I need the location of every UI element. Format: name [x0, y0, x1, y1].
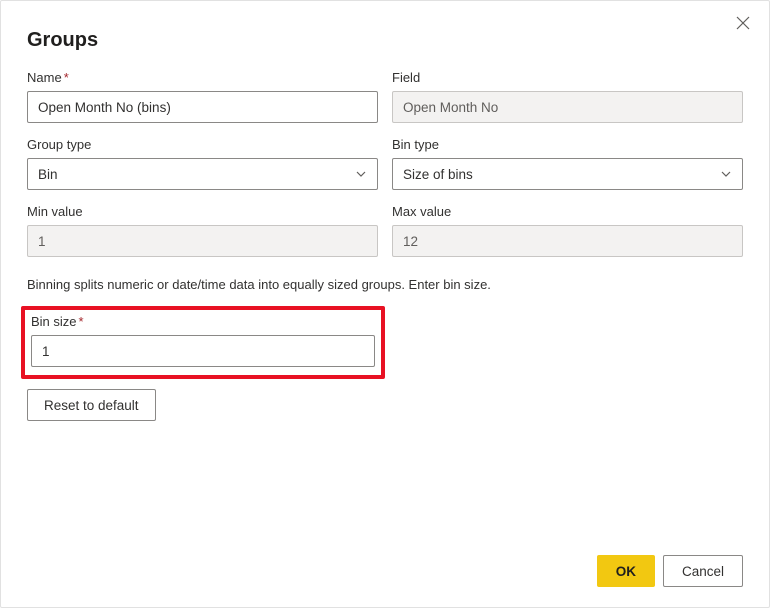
bin-size-field-group: Bin size* — [31, 314, 375, 367]
field-label: Field — [392, 70, 743, 85]
group-type-field-group: Group type Bin — [27, 137, 378, 190]
bin-size-input[interactable] — [31, 335, 375, 367]
bin-type-field-group: Bin type Size of bins — [392, 137, 743, 190]
max-value-label: Max value — [392, 204, 743, 219]
field-value-readonly: Open Month No — [392, 91, 743, 123]
ok-button[interactable]: OK — [597, 555, 655, 587]
cancel-button[interactable]: Cancel — [663, 555, 743, 587]
chevron-down-icon — [355, 168, 367, 180]
helper-text: Binning splits numeric or date/time data… — [27, 277, 743, 292]
dialog-footer: OK Cancel — [597, 555, 743, 587]
max-value-readonly: 12 — [392, 225, 743, 257]
bin-size-label-text: Bin size — [31, 314, 77, 329]
required-marker: * — [79, 314, 84, 329]
groups-dialog: Groups Name* Field Open Month No Group t… — [0, 0, 770, 608]
group-type-label: Group type — [27, 137, 378, 152]
required-marker: * — [64, 70, 69, 85]
name-input[interactable] — [27, 91, 378, 123]
name-label: Name* — [27, 70, 378, 85]
group-type-select[interactable]: Bin — [27, 158, 378, 190]
bin-size-highlight: Bin size* — [21, 306, 385, 379]
bin-type-label: Bin type — [392, 137, 743, 152]
group-type-selected-value: Bin — [38, 167, 58, 182]
reset-to-default-button[interactable]: Reset to default — [27, 389, 156, 421]
bin-size-label: Bin size* — [31, 314, 375, 329]
min-value-label: Min value — [27, 204, 378, 219]
max-value-field-group: Max value 12 — [392, 204, 743, 257]
name-label-text: Name — [27, 70, 62, 85]
min-value-readonly: 1 — [27, 225, 378, 257]
close-icon — [736, 16, 750, 35]
bin-type-selected-value: Size of bins — [403, 167, 473, 182]
bin-type-select[interactable]: Size of bins — [392, 158, 743, 190]
dialog-title: Groups — [27, 29, 743, 52]
min-value-field-group: Min value 1 — [27, 204, 378, 257]
field-field-group: Field Open Month No — [392, 70, 743, 123]
chevron-down-icon — [720, 168, 732, 180]
name-field-group: Name* — [27, 70, 378, 123]
close-button[interactable] — [729, 11, 757, 39]
